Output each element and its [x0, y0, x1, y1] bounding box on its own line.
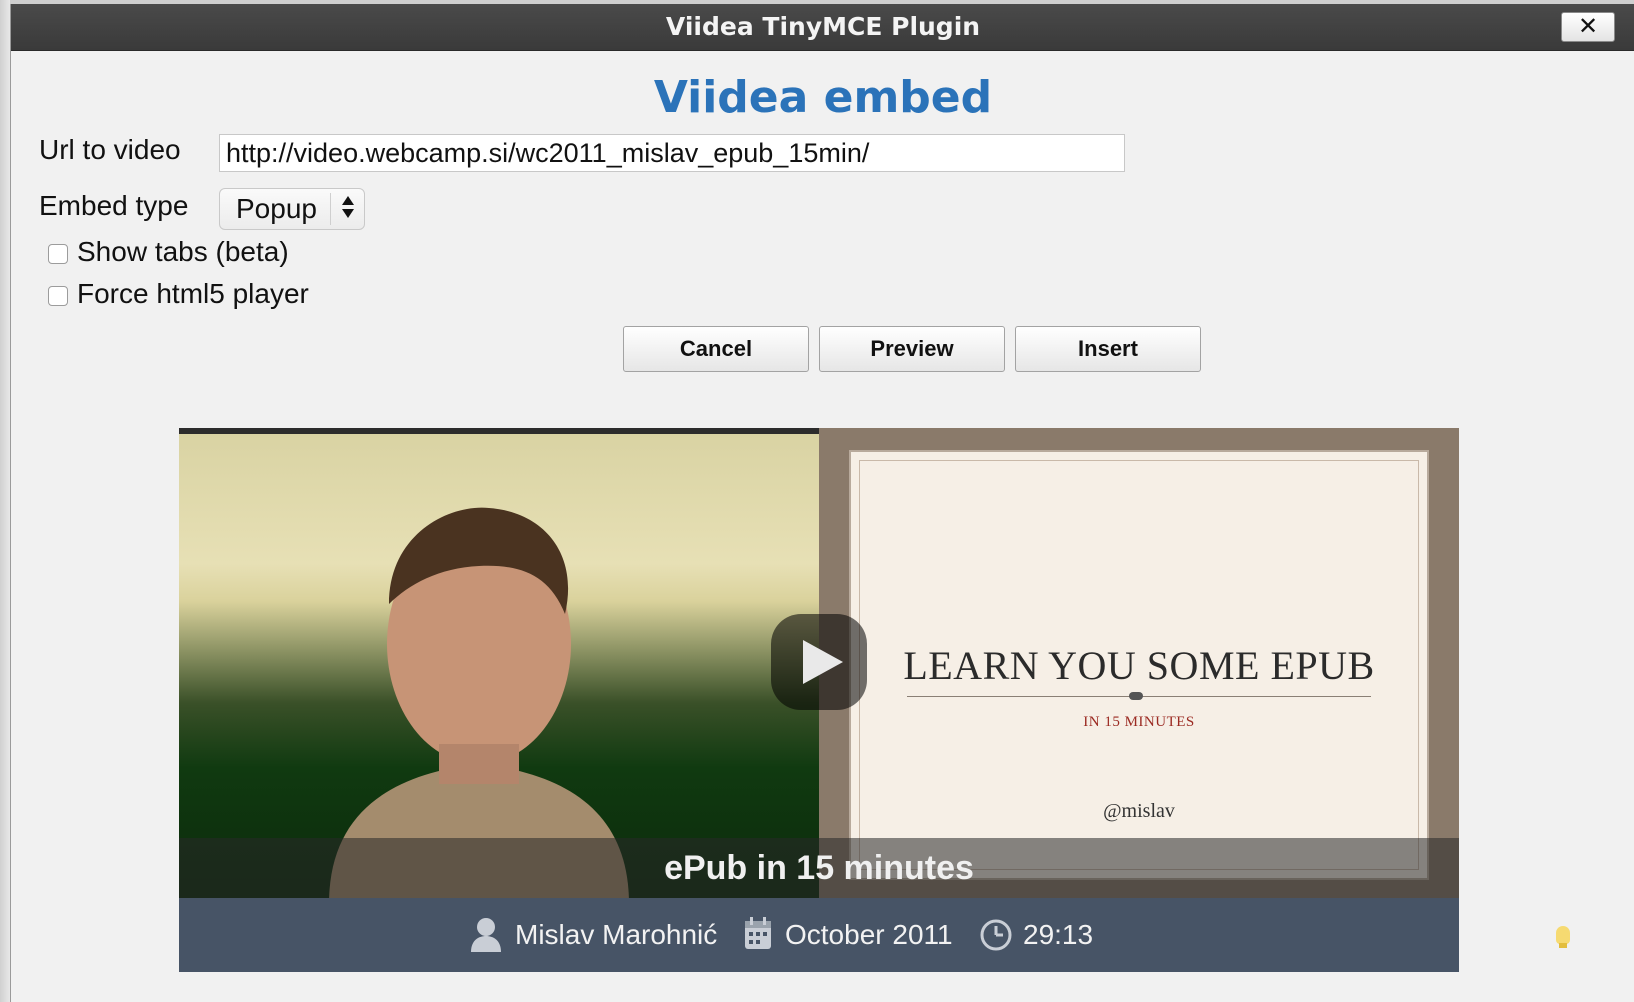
close-icon: ✕	[1577, 13, 1599, 40]
force-html5-checkbox[interactable]	[48, 286, 68, 306]
show-tabs-label: Show tabs (beta)	[77, 236, 289, 267]
speaker-video	[179, 428, 819, 898]
author-name: Mislav Marohnić	[515, 919, 718, 950]
url-label: Url to video	[39, 134, 181, 165]
dialog-title: Viidea TinyMCE Plugin	[665, 12, 981, 41]
dialog-titlebar[interactable]: Viidea TinyMCE Plugin ✕	[11, 4, 1634, 51]
slide-video: LEARN YOU SOME EPUB IN 15 MINUTES @misla…	[819, 428, 1459, 898]
lightbulb-base	[1559, 943, 1567, 948]
video-duration: 29:13	[1023, 919, 1094, 950]
video-caption: ePub in 15 minutes	[664, 849, 974, 887]
close-button[interactable]: ✕	[1561, 12, 1615, 42]
embed-type-value: Popup	[236, 193, 317, 224]
slide-subtitle: IN 15 MINUTES	[1083, 714, 1195, 730]
video-info-bar: Mislav Marohnić October 2011 29:13	[179, 898, 1459, 972]
slide-handle: @mislav	[1103, 800, 1175, 822]
calendar-icon	[745, 917, 771, 949]
url-input[interactable]	[219, 134, 1125, 172]
embed-type-label: Embed type	[39, 190, 189, 221]
embed-type-select[interactable]: Popup	[219, 188, 365, 230]
video-preview-player[interactable]: LEARN YOU SOME EPUB IN 15 MINUTES @misla…	[179, 428, 1459, 972]
insert-button[interactable]: Insert	[1015, 326, 1201, 372]
publish-date: October 2011	[785, 919, 953, 950]
force-html5-label: Force html5 player	[77, 278, 309, 309]
select-arrows-icon	[334, 191, 362, 228]
slide-frame: LEARN YOU SOME EPUB IN 15 MINUTES @misla…	[849, 450, 1429, 880]
slide-title: LEARN YOU SOME EPUB	[903, 643, 1375, 688]
form-heading: Viidea embed	[653, 72, 993, 123]
preview-button[interactable]: Preview	[819, 326, 1005, 372]
play-button[interactable]	[771, 614, 867, 710]
person-icon	[471, 918, 501, 952]
slide-ornament	[1129, 692, 1143, 700]
play-icon	[803, 640, 843, 684]
select-divider	[330, 193, 331, 225]
clock-icon	[980, 919, 1012, 951]
plugin-dialog: Viidea TinyMCE Plugin ✕ Viidea embed Url…	[10, 4, 1634, 1002]
cancel-button[interactable]: Cancel	[623, 326, 809, 372]
lightbulb-icon[interactable]	[1556, 926, 1570, 944]
show-tabs-checkbox[interactable]	[48, 244, 68, 264]
background-edge-left	[0, 0, 10, 1002]
